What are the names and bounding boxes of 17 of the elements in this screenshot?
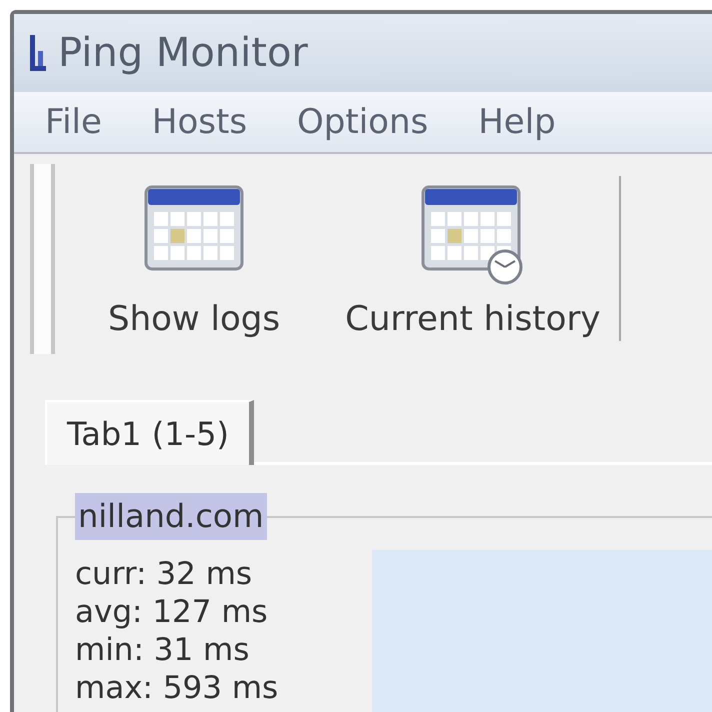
menu-item[interactable]: Help: [453, 100, 581, 144]
calendar-icon: [144, 185, 244, 271]
menu-item[interactable]: Options: [272, 100, 454, 144]
toolbar-button[interactable]: Show logs: [100, 154, 288, 345]
toolbar-button[interactable]: Current history: [337, 154, 609, 345]
tab[interactable]: Tab1 (1-5): [45, 400, 254, 465]
menu-item[interactable]: Hosts: [126, 100, 272, 144]
stat-text: max: 593 ms: [75, 669, 278, 707]
menu-item[interactable]: File: [20, 100, 127, 144]
stat-text: avg: 127 ms: [75, 593, 268, 631]
window-title: Ping Monitor: [58, 33, 308, 73]
stat-text: min: 31 ms: [75, 631, 250, 669]
toolbar-grip[interactable]: [30, 164, 55, 354]
calendar-clock-icon: [420, 185, 525, 285]
chart-icon: [28, 33, 48, 73]
stat-text: curr: 32 ms: [75, 555, 252, 593]
host-label[interactable]: nilland.com: [75, 493, 267, 540]
